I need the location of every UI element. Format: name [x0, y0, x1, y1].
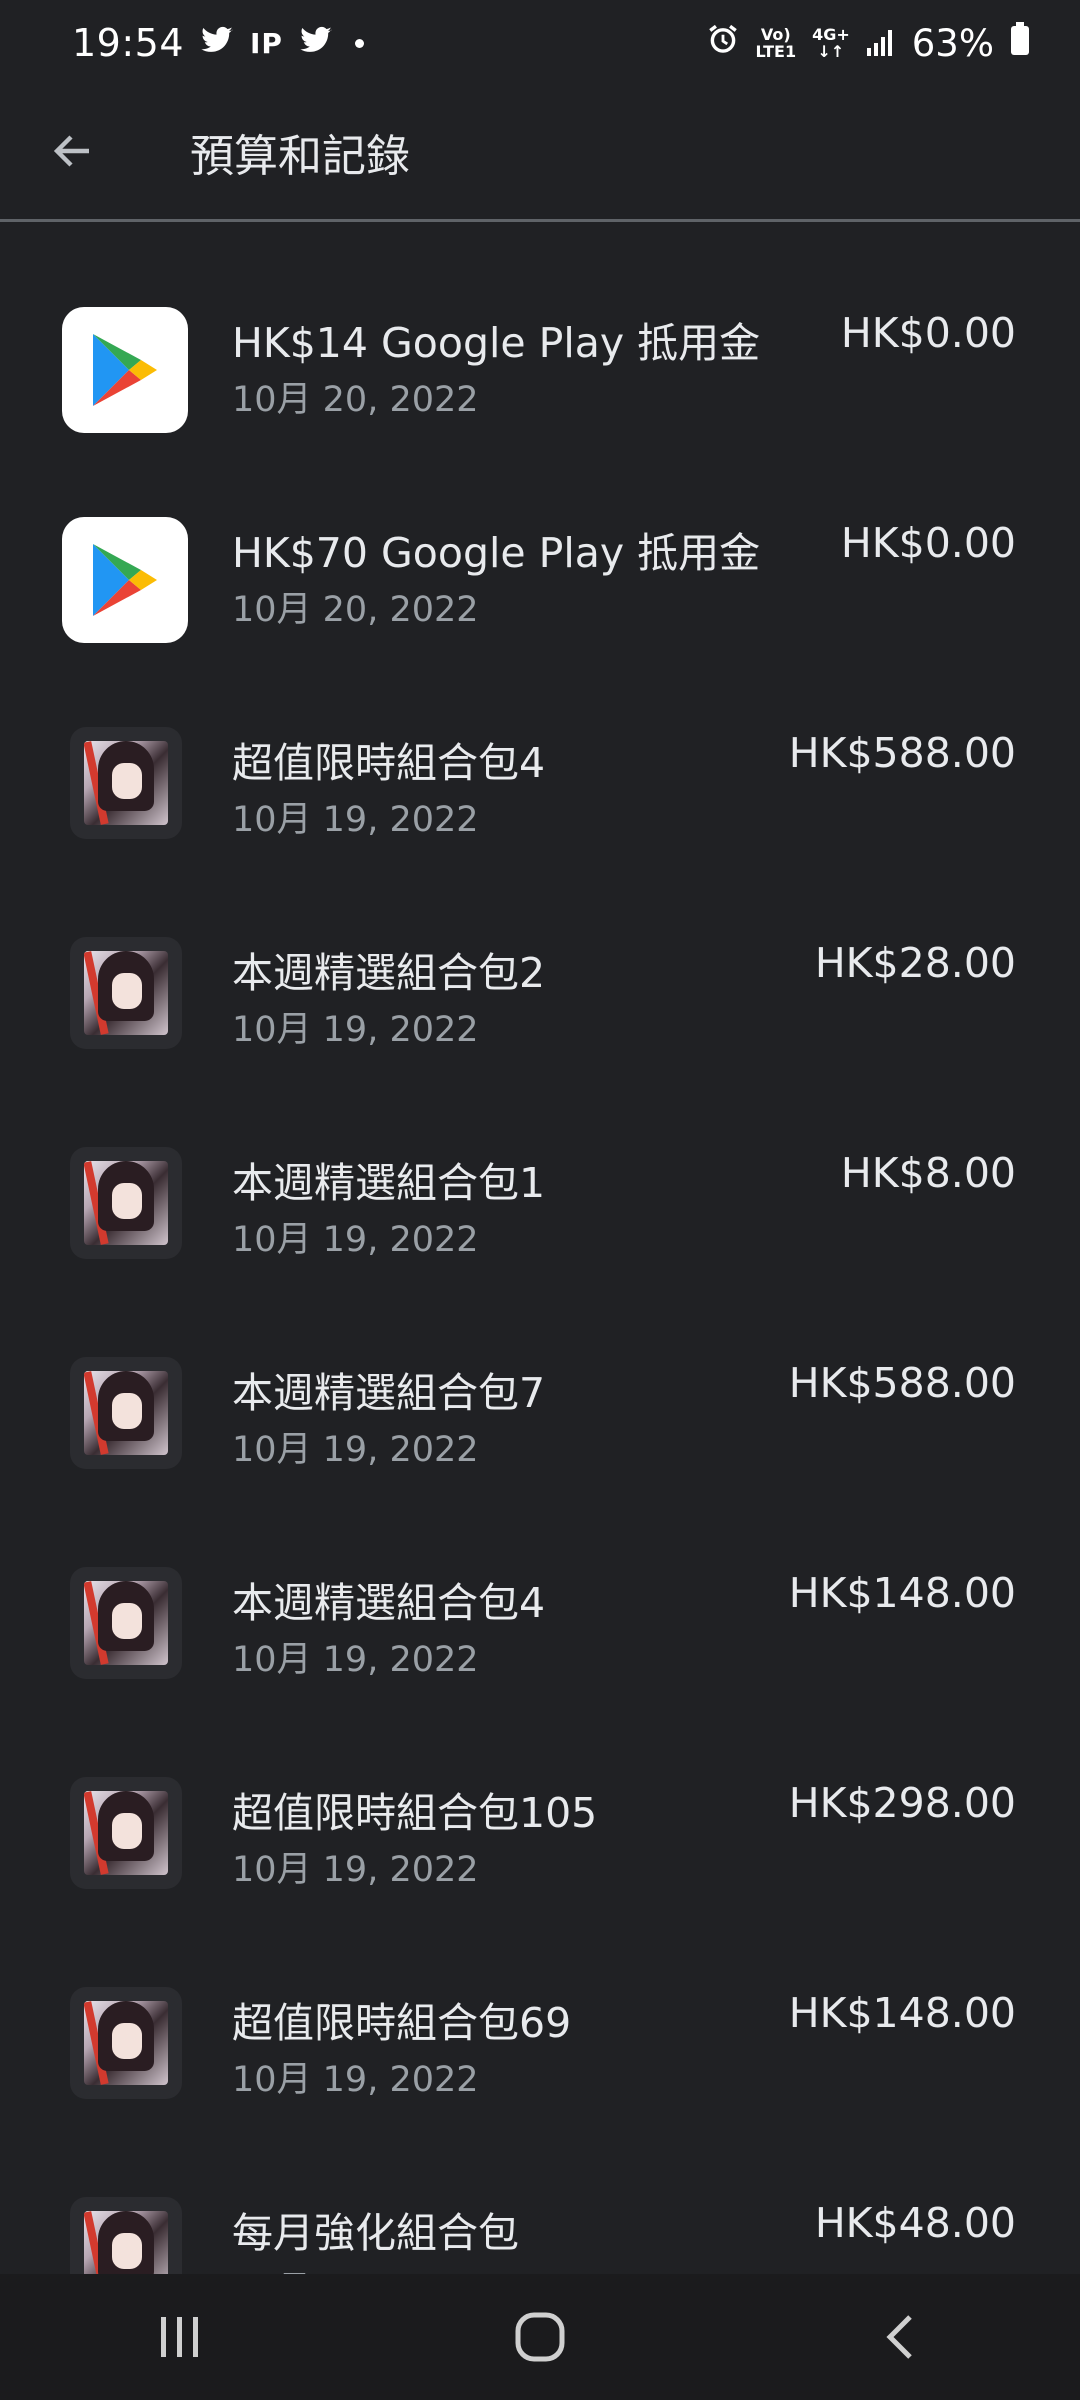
- list-item[interactable]: 本週精選組合包2 10月 19, 2022 HK$28.00: [0, 855, 1080, 1065]
- back-button[interactable]: [40, 118, 106, 184]
- item-date: 10月 19, 2022: [232, 1640, 479, 1680]
- item-date: 10月 19, 2022: [232, 1010, 479, 1050]
- list-item[interactable]: 本週精選組合包4 10月 19, 2022 HK$148.00: [0, 1485, 1080, 1695]
- volte-indicator: Vo) LTE1: [756, 26, 797, 60]
- game-art-thumbnail: [84, 2001, 168, 2085]
- battery-icon: [1010, 21, 1030, 65]
- data-type-label: 4G+: [812, 25, 850, 44]
- app-bar: 預算和記錄: [0, 86, 1080, 222]
- item-date: 10月 19, 2022: [232, 1850, 479, 1890]
- recents-icon: [161, 2317, 198, 2357]
- item-title: 超值限時組合包105: [232, 1789, 598, 1837]
- item-date: 10月 20, 2022: [232, 380, 479, 420]
- list-item[interactable]: HK$14 Google Play 抵用金 10月 20, 2022 HK$0.…: [0, 225, 1080, 435]
- twitter-icon: [299, 22, 333, 65]
- game-art-thumbnail: [84, 1581, 168, 1665]
- google-play-icon: [62, 307, 188, 433]
- item-date: 10月 19, 2022: [232, 800, 479, 840]
- list-item[interactable]: 超值限時組合包69 10月 19, 2022 HK$148.00: [0, 1905, 1080, 2115]
- screen: 19:54 IP Vo) LTE1 4G+ ↓↑ 63% 預算和記錄 HK$14…: [0, 0, 1080, 2400]
- data-indicator: 4G+ ↓↑: [812, 26, 850, 60]
- data-arrows-icon: ↓↑: [817, 42, 845, 61]
- ip-indicator: IP: [250, 26, 283, 60]
- list-item[interactable]: 超值限時組合包4 10月 19, 2022 HK$588.00: [0, 645, 1080, 855]
- game-app-icon: [70, 1357, 182, 1469]
- item-date: 10月 19, 2022: [232, 2060, 479, 2100]
- twitter-icon: [200, 22, 234, 65]
- status-bar-right: Vo) LTE1 4G+ ↓↑ 63%: [706, 21, 1030, 65]
- item-price: HK$298.00: [788, 1779, 1016, 1827]
- transaction-list[interactable]: HK$14 Google Play 抵用金 10月 20, 2022 HK$0.…: [0, 225, 1080, 2325]
- item-title: 本週精選組合包7: [232, 1369, 546, 1417]
- item-price: HK$8.00: [840, 1149, 1016, 1197]
- item-title: HK$70 Google Play 抵用金: [232, 529, 761, 577]
- item-title: 超值限時組合包4: [232, 739, 546, 787]
- battery-percent: 63%: [911, 21, 994, 65]
- list-item[interactable]: 本週精選組合包1 10月 19, 2022 HK$8.00: [0, 1065, 1080, 1275]
- item-title: 本週精選組合包2: [232, 949, 546, 997]
- list-item[interactable]: 超值限時組合包105 10月 19, 2022 HK$298.00: [0, 1695, 1080, 1905]
- list-item[interactable]: 本週精選組合包7 10月 19, 2022 HK$588.00: [0, 1275, 1080, 1485]
- game-app-icon: [70, 727, 182, 839]
- item-date: 10月 19, 2022: [232, 1430, 479, 1470]
- volte-label: Vo): [760, 25, 791, 44]
- item-title: 每月強化組合包: [232, 2209, 519, 2257]
- item-price: HK$148.00: [788, 1989, 1016, 2037]
- game-art-thumbnail: [84, 1161, 168, 1245]
- item-price: HK$0.00: [840, 519, 1016, 567]
- page-title: 預算和記錄: [190, 131, 410, 182]
- item-price: HK$148.00: [788, 1569, 1016, 1617]
- status-time: 19:54: [72, 21, 185, 65]
- game-art-thumbnail: [84, 741, 168, 825]
- home-button[interactable]: [480, 2287, 600, 2387]
- item-price: HK$48.00: [814, 2199, 1016, 2247]
- game-app-icon: [70, 1777, 182, 1889]
- signal-icon: [866, 22, 896, 65]
- item-price: HK$0.00: [840, 309, 1016, 357]
- lte-label: LTE1: [755, 42, 797, 61]
- item-price: HK$28.00: [814, 939, 1016, 987]
- recents-button[interactable]: [120, 2287, 240, 2387]
- system-nav-bar: [0, 2274, 1080, 2400]
- item-title: 本週精選組合包4: [232, 1579, 546, 1627]
- item-title: 本週精選組合包1: [232, 1159, 546, 1207]
- item-title: HK$14 Google Play 抵用金: [232, 319, 761, 367]
- game-app-icon: [70, 1987, 182, 2099]
- list-item[interactable]: HK$70 Google Play 抵用金 10月 20, 2022 HK$0.…: [0, 435, 1080, 645]
- status-bar-left: 19:54 IP: [72, 21, 364, 65]
- notification-dot-icon: [354, 38, 364, 48]
- arrow-left-icon: [53, 135, 89, 167]
- game-art-thumbnail: [84, 1371, 168, 1455]
- item-date: 10月 19, 2022: [232, 1220, 479, 1260]
- game-art-thumbnail: [84, 951, 168, 1035]
- home-icon: [515, 2312, 565, 2362]
- game-app-icon: [70, 937, 182, 1049]
- item-date: 10月 20, 2022: [232, 590, 479, 630]
- google-play-icon: [62, 517, 188, 643]
- item-price: HK$588.00: [788, 729, 1016, 777]
- item-price: HK$588.00: [788, 1359, 1016, 1407]
- game-app-icon: [70, 1147, 182, 1259]
- alarm-icon: [706, 22, 740, 65]
- item-title: 超值限時組合包69: [232, 1999, 572, 2047]
- back-nav-button[interactable]: [840, 2287, 960, 2387]
- game-app-icon: [70, 1567, 182, 1679]
- back-icon: [886, 2315, 912, 2359]
- status-bar: 19:54 IP Vo) LTE1 4G+ ↓↑ 63%: [0, 0, 1080, 86]
- game-art-thumbnail: [84, 1791, 168, 1875]
